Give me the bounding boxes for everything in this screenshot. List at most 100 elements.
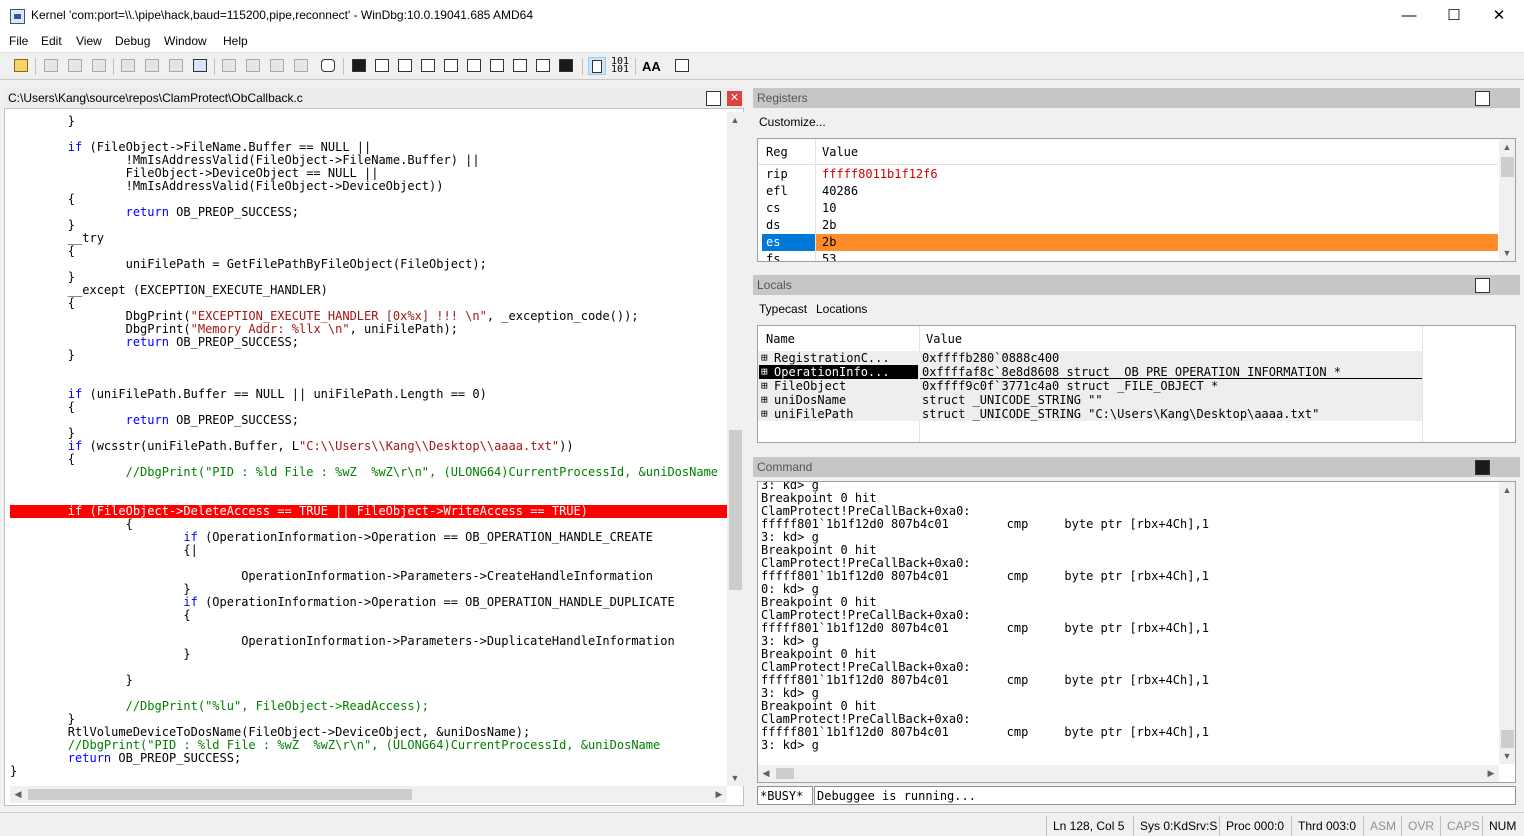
step-over-icon[interactable]: [167, 57, 185, 75]
command-input[interactable]: Debuggee is running...: [814, 786, 1516, 805]
scroll-right-icon[interactable]: ▶: [711, 786, 727, 802]
source-line[interactable]: //DbgPrint("PID : %ld File : %wZ %wZ\r\n…: [10, 466, 727, 479]
source-line[interactable]: }: [10, 648, 727, 661]
source-line[interactable]: __except (EXCEPTION_EXECUTE_HANDLER): [10, 284, 727, 297]
processes-threads-icon[interactable]: [534, 57, 552, 75]
minimize-button[interactable]: —: [1386, 0, 1432, 32]
registers-options-icon[interactable]: [1475, 91, 1490, 106]
register-row[interactable]: ds 2b: [758, 217, 1498, 234]
source-line[interactable]: }: [10, 765, 727, 778]
scroll-thumb[interactable]: [1501, 730, 1514, 748]
scroll-up-icon[interactable]: ▲: [1499, 482, 1515, 498]
registers-window-icon[interactable]: [419, 57, 437, 75]
expand-icon[interactable]: ⊞: [761, 351, 768, 365]
command-vertical-scrollbar[interactable]: ▲ ▼: [1499, 482, 1515, 764]
source-line[interactable]: //DbgPrint("%lu", FileObject->ReadAccess…: [10, 700, 727, 713]
local-row[interactable]: ⊞ RegistrationC... 0xffffb280`0888c400: [758, 351, 1515, 365]
customize-button[interactable]: Customize...: [759, 115, 826, 129]
command-window-icon[interactable]: [350, 57, 368, 75]
disassembly-window-icon[interactable]: [488, 57, 506, 75]
source-line[interactable]: return OB_PREOP_SUCCESS;: [10, 206, 727, 219]
stop-debugging-icon[interactable]: [292, 57, 310, 75]
scroll-right-icon[interactable]: ▶: [1483, 765, 1499, 781]
step-out-icon[interactable]: [191, 57, 209, 75]
source-line[interactable]: if (uniFilePath.Buffer == NULL || uniFil…: [10, 388, 727, 401]
source-line[interactable]: return OB_PREOP_SUCCESS;: [10, 336, 727, 349]
locals-window-icon[interactable]: [396, 57, 414, 75]
source-vertical-scrollbar[interactable]: ▲ ▼: [727, 112, 744, 786]
typecast-button[interactable]: Typecast: [759, 302, 807, 316]
registers-scrollbar[interactable]: ▲ ▼: [1499, 139, 1515, 261]
source-line[interactable]: [10, 362, 727, 375]
menu-help[interactable]: Help: [223, 34, 248, 48]
command-browser-icon[interactable]: [557, 57, 575, 75]
local-row[interactable]: ⊞ OperationInfo... 0xffffaf8c`8e8d8608 str…: [758, 365, 1515, 379]
open-icon[interactable]: [12, 57, 30, 75]
source-line[interactable]: if (wcsstr(uniFilePath.Buffer, L"C:\\Use…: [10, 440, 727, 453]
register-row[interactable]: es 2b: [758, 234, 1498, 251]
source-horizontal-scrollbar[interactable]: ◀ ▶: [10, 786, 727, 803]
scroll-thumb[interactable]: [776, 768, 794, 779]
source-line[interactable]: }: [10, 349, 727, 362]
source-line[interactable]: return OB_PREOP_SUCCESS;: [10, 414, 727, 427]
scroll-left-icon[interactable]: ◀: [10, 786, 26, 802]
menu-debug[interactable]: Debug: [115, 34, 150, 48]
maximize-button[interactable]: ☐: [1431, 0, 1477, 32]
menu-view[interactable]: View: [76, 34, 102, 48]
source-line[interactable]: uniFilePath = GetFilePathByFileObject(Fi…: [10, 258, 727, 271]
register-row[interactable]: cs 10: [758, 200, 1498, 217]
local-row[interactable]: ⊞ uniDosName struct _UNICODE_STRING "": [758, 393, 1515, 407]
scroll-up-icon[interactable]: ▲: [727, 112, 743, 128]
restart-icon[interactable]: [268, 57, 286, 75]
source-line[interactable]: __try: [10, 232, 727, 245]
copy-icon[interactable]: [66, 57, 84, 75]
close-button[interactable]: ✕: [1476, 0, 1522, 32]
register-row[interactable]: rip fffff8011b1f12f6: [758, 166, 1498, 183]
source-mode-icon[interactable]: [588, 57, 606, 75]
name-column-header[interactable]: Name: [766, 332, 795, 346]
cut-icon[interactable]: [42, 57, 60, 75]
hand-icon[interactable]: [319, 57, 337, 75]
value-column-header[interactable]: Value: [822, 145, 858, 159]
run-to-cursor-icon[interactable]: [220, 57, 238, 75]
menu-window[interactable]: Window: [164, 34, 207, 48]
menu-file[interactable]: File: [9, 34, 28, 48]
command-horizontal-scrollbar[interactable]: ◀ ▶: [758, 765, 1499, 782]
locals-options-icon[interactable]: [1475, 278, 1490, 293]
paste-icon[interactable]: [90, 57, 108, 75]
reg-column-header[interactable]: Reg: [766, 145, 788, 159]
scratch-pad-icon[interactable]: [511, 57, 529, 75]
local-row[interactable]: ⊞ FileObject 0xffff9c0f`3771c4a0 struct _F…: [758, 379, 1515, 393]
source-line[interactable]: {|: [10, 544, 727, 557]
break-icon[interactable]: [244, 57, 262, 75]
scroll-up-icon[interactable]: ▲: [1499, 139, 1515, 155]
windbg-app-icon[interactable]: [10, 9, 25, 24]
source-line[interactable]: !MmIsAddressValid(FileObject->DeviceObje…: [10, 180, 727, 193]
source-line[interactable]: [10, 479, 727, 492]
expand-icon[interactable]: ⊞: [761, 407, 768, 421]
local-row[interactable]: ⊞ uniFilePath struct _UNICODE_STRING "C:\U…: [758, 407, 1515, 421]
source-line[interactable]: }: [10, 115, 727, 128]
step-into-icon[interactable]: [143, 57, 161, 75]
command-output[interactable]: 3: kd> g Breakpoint 0 hit ClamProtect!PreC…: [757, 481, 1516, 783]
scroll-down-icon[interactable]: ▼: [1499, 245, 1515, 261]
value-column-header[interactable]: Value: [926, 332, 962, 346]
source-code-area[interactable]: } if (FileObject->FileName.Buffer == NUL…: [10, 112, 727, 784]
call-stack-icon[interactable]: [465, 57, 483, 75]
scroll-thumb[interactable]: [729, 430, 742, 590]
scroll-down-icon[interactable]: ▼: [727, 770, 743, 786]
scroll-down-icon[interactable]: ▼: [1499, 748, 1515, 764]
source-line[interactable]: {: [10, 609, 727, 622]
go-icon[interactable]: [119, 57, 137, 75]
register-row[interactable]: efl 40286: [758, 183, 1498, 200]
memory-window-icon[interactable]: [442, 57, 460, 75]
watch-window-icon[interactable]: [373, 57, 391, 75]
expand-icon[interactable]: ⊞: [761, 379, 768, 393]
register-row[interactable]: fs 53: [758, 251, 1498, 261]
font-icon[interactable]: AA: [642, 57, 661, 75]
source-line[interactable]: }: [10, 219, 727, 232]
menu-edit[interactable]: Edit: [41, 34, 62, 48]
scroll-thumb[interactable]: [1501, 157, 1514, 177]
hex-display-icon[interactable]: 101 101: [611, 57, 629, 75]
locations-button[interactable]: Locations: [816, 302, 867, 316]
